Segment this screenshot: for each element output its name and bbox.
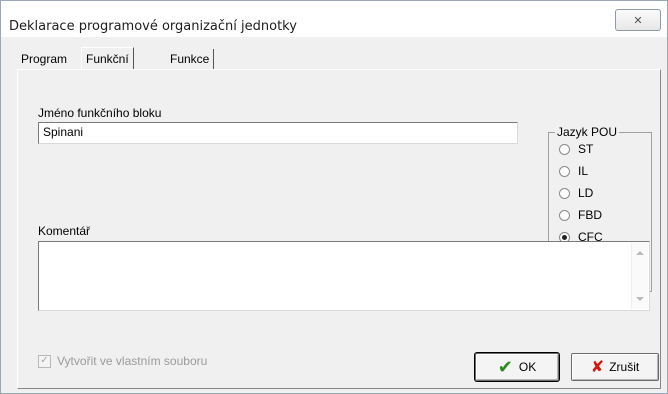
- comment-textarea[interactable]: [38, 241, 650, 311]
- scroll-up-icon[interactable]: [636, 251, 644, 255]
- create-file-checkbox[interactable]: ✓: [38, 354, 51, 368]
- radio-st-label: ST: [578, 142, 594, 156]
- window-title: Deklarace programové organizační jednotk…: [9, 19, 297, 34]
- radio-ld-button[interactable]: [559, 187, 570, 199]
- check-icon: ✔: [497, 356, 513, 377]
- radio-ld[interactable]: LD: [559, 185, 593, 201]
- scroll-down-icon[interactable]: [636, 297, 644, 301]
- tab-program-label: Program: [21, 52, 68, 66]
- name-input[interactable]: Spinani: [38, 122, 518, 144]
- language-group-title: Jazyk POU: [555, 125, 620, 139]
- comment-scrollbar[interactable]: [631, 243, 648, 309]
- title-bar: Deklarace programové organizační jednotk…: [1, 1, 667, 37]
- tab-program[interactable]: Program: [17, 49, 72, 69]
- radio-st[interactable]: ST: [559, 141, 593, 157]
- name-label: Jméno funkčního bloku: [38, 106, 162, 120]
- x-icon: ✘: [590, 359, 605, 376]
- radio-il[interactable]: IL: [559, 163, 588, 179]
- radio-il-button[interactable]: [559, 165, 570, 177]
- radio-il-label: IL: [578, 164, 589, 178]
- dialog-window: Deklarace programové organizační jednotk…: [0, 0, 668, 394]
- create-file-label: Vytvořit ve vlastním souboru: [57, 354, 208, 368]
- close-icon: ✕: [633, 14, 643, 27]
- dialog-client-area: Program Funkční Blok Funkce Jméno funkčn…: [9, 45, 661, 389]
- tab-funkcni-blok[interactable]: Funkční Blok: [81, 47, 134, 88]
- tab-panel-funkcni-blok: Jméno funkčního bloku Spinani Jazyk POU …: [17, 69, 661, 389]
- ok-label: OK: [518, 360, 537, 374]
- ok-button[interactable]: ✔ OK: [474, 352, 560, 382]
- radio-fbd-button[interactable]: [559, 209, 570, 221]
- radio-fbd-label: FBD: [578, 208, 602, 222]
- create-file-checkbox-row[interactable]: ✓ Vytvořit ve vlastním souboru: [38, 354, 207, 368]
- tab-funkce-label: Funkce: [170, 52, 210, 66]
- tab-funkce[interactable]: Funkce: [166, 49, 215, 69]
- cancel-button[interactable]: ✘ Zrušit: [571, 353, 659, 381]
- comment-label: Komentář: [38, 224, 91, 238]
- cancel-label: Zrušit: [609, 360, 640, 374]
- close-button[interactable]: ✕: [615, 9, 661, 31]
- radio-ld-label: LD: [578, 186, 594, 200]
- radio-fbd[interactable]: FBD: [559, 207, 602, 223]
- name-input-value: Spinani: [43, 125, 84, 139]
- radio-st-button[interactable]: [559, 143, 570, 155]
